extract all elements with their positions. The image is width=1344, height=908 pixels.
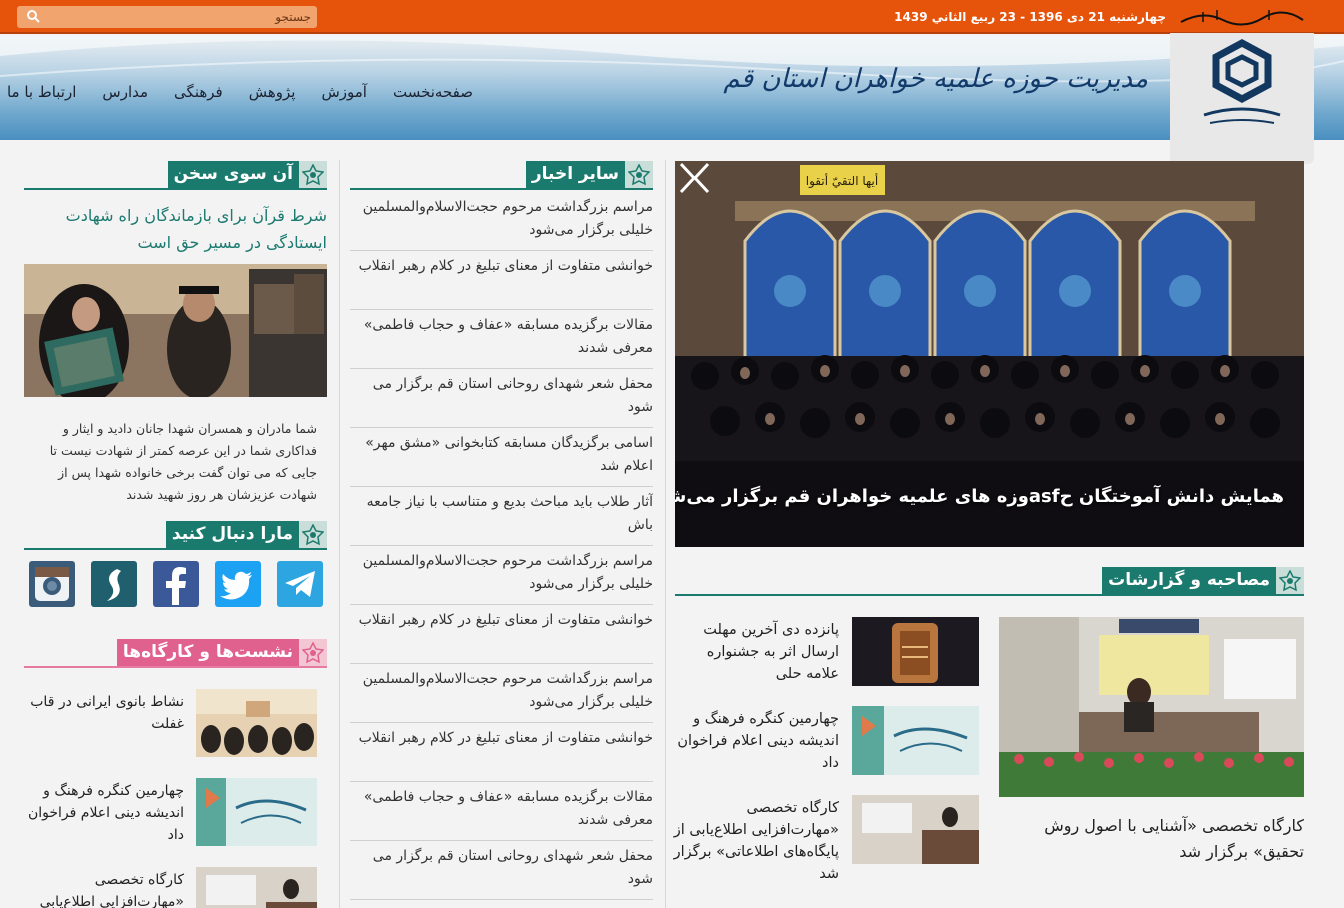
search-box[interactable] <box>17 6 317 28</box>
editorial-heading: آن سوی سخن <box>24 160 327 190</box>
column-divider <box>665 160 666 908</box>
facebook-icon[interactable] <box>153 561 199 607</box>
list-item[interactable]: محفل شعر شهدای روحانی استان قم برگزار می… <box>350 841 653 900</box>
interview-featured-image[interactable] <box>999 617 1304 797</box>
list-item[interactable]: مراسم بزرگداشت مرحوم حجت‌الاسلام‌والمسلم… <box>350 546 653 605</box>
interviews-heading: مصاحبه و گزارشات <box>675 566 1304 596</box>
workshop-caption[interactable]: کارگاه تخصصی «مهارت‌افزایی اطلاع‌یابی <box>24 869 184 908</box>
interview-featured-caption[interactable]: کارگاه تخصصی «آشنایی با اصول روش تحقیق» … <box>999 813 1304 865</box>
star-ornament-icon <box>299 521 327 548</box>
search-input[interactable] <box>61 7 311 27</box>
twitter-icon[interactable] <box>215 561 261 607</box>
date-text: چهارشنبه 21 دی 1396 - 23 ربيع الثاني 143… <box>894 10 1166 24</box>
interviews-title: مصاحبه و گزارشات <box>1102 567 1276 594</box>
list-item[interactable]: پانزده دی آخرین مهلت ارسال اثر به جشنوار… <box>675 617 979 687</box>
list-item[interactable]: چهارمین کنگره فرهنگ و اندیشه دینی اعلام … <box>24 778 317 848</box>
main-nav: صفحه‌نخست آموزش پژوهش فرهنگی مدارس ارتبا… <box>0 83 486 101</box>
follow-us-heading: مارا دنبال کنید <box>24 520 327 550</box>
star-ornament-icon <box>299 161 327 188</box>
telegram-icon[interactable] <box>277 561 323 607</box>
social-links <box>29 561 323 607</box>
nav-education[interactable]: آموزش <box>308 83 380 101</box>
interview-thumbnail[interactable] <box>852 617 979 686</box>
workshop-thumbnail[interactable] <box>196 689 317 757</box>
editorial-image[interactable] <box>24 264 327 397</box>
nav-research[interactable]: پژوهش <box>236 83 309 101</box>
workshops-heading: نشست‌ها و کارگاه‌ها <box>24 638 327 668</box>
list-item[interactable]: کارگاه تخصصی «مهارت‌افزایی اطلاع‌یابی از… <box>674 795 979 882</box>
workshop-caption[interactable]: نشاط بانوی ایرانی در قاب غفلت <box>24 691 184 735</box>
list-item[interactable]: مقالات برگزیده مسابقه «عفاف و حجاب فاطمی… <box>350 782 653 841</box>
workshops-title: نشست‌ها و کارگاه‌ها <box>116 639 299 666</box>
editorial-title: آن سوی سخن <box>167 161 299 188</box>
star-ornament-icon <box>299 639 327 666</box>
list-item[interactable]: آثار طلاب باید مباحث بدیع و متناسب با نی… <box>350 487 653 546</box>
workshop-thumbnail[interactable] <box>196 867 317 908</box>
instagram-icon[interactable] <box>29 561 75 607</box>
star-ornament-icon <box>1276 567 1304 594</box>
list-item[interactable]: نشاط بانوی ایرانی در قاب غفلت <box>24 689 317 759</box>
list-item[interactable]: مراسم بزرگداشت مرحوم حجت‌الاسلام‌والمسلم… <box>350 192 653 251</box>
interview-thumbnail[interactable] <box>852 795 979 864</box>
star-ornament-icon <box>625 161 653 188</box>
list-item[interactable]: چهارمین کنگره فرهنگ و اندیشه دینی اعلام … <box>675 706 979 776</box>
list-item[interactable]: محفل شعر شهدای روحانی استان قم برگزار می… <box>350 369 653 428</box>
basmala-calligraphy <box>1180 10 1304 26</box>
other-news-title: سایر اخبار <box>525 161 625 188</box>
list-item[interactable]: مقالات برگزیده مسابقه «عفاف و حجاب فاطمی… <box>350 310 653 369</box>
interview-caption[interactable]: پانزده دی آخرین مهلت ارسال اثر به جشنوار… <box>671 619 839 685</box>
interview-caption[interactable]: چهارمین کنگره فرهنگ و اندیشه دینی اعلام … <box>671 708 839 774</box>
list-item[interactable]: کارگاه تخصصی «مهارت‌افزایی اطلاع‌یابی <box>24 867 317 908</box>
interview-thumbnail[interactable] <box>852 706 979 775</box>
nav-schools[interactable]: مدارس <box>89 83 161 101</box>
follow-us-title: مارا دنبال کنید <box>165 521 299 548</box>
search-icon[interactable] <box>26 9 40 23</box>
site-title[interactable]: مدیریت حوزه علمیه خواهران استان قم <box>723 64 1148 94</box>
list-item[interactable]: اسامی برگزیدگان مسابقه کتابخوانی «مشق مه… <box>350 428 653 487</box>
site-logo[interactable] <box>1170 33 1314 164</box>
other-news-list: مراسم بزرگداشت مرحوم حجت‌الاسلام‌والمسلم… <box>350 192 653 900</box>
editorial-description: شما مادران و همسران شهدا جانان دادید و ا… <box>49 421 317 502</box>
logo-emblem <box>1203 39 1281 124</box>
list-item[interactable]: خوانشی متفاوت از معنای تبلیغ در کلام رهب… <box>350 251 653 310</box>
nav-contact[interactable]: ارتباط با ما <box>0 83 89 101</box>
nav-culture[interactable]: فرهنگی <box>161 83 236 101</box>
nav-home[interactable]: صفحه‌نخست <box>380 83 486 101</box>
editorial-headline[interactable]: شرط قرآن برای بازماندگان راه شهادت ایستا… <box>24 202 327 256</box>
soroush-icon[interactable] <box>91 561 137 607</box>
news-slider[interactable]: أيها التقيّ أتقوا همایش دانش آموختگان حa… <box>675 161 1304 547</box>
slider-caption[interactable]: همایش دانش آموختگان حasfوزه های علمیه خو… <box>675 486 1284 507</box>
header: مدیریت حوزه علمیه خواهران استان قم صفحه‌… <box>0 36 1344 140</box>
column-divider <box>339 160 340 908</box>
slider-banner-text: أيها التقيّ أتقوا <box>806 173 878 189</box>
workshop-thumbnail[interactable] <box>196 778 317 846</box>
other-news-heading: سایر اخبار <box>350 160 653 190</box>
list-item[interactable]: خوانشی متفاوت از معنای تبلیغ در کلام رهب… <box>350 723 653 782</box>
interview-caption[interactable]: کارگاه تخصصی «مهارت‌افزایی اطلاع‌یابی از… <box>671 797 839 885</box>
slider-next-arrow[interactable] <box>675 161 699 195</box>
top-bar: چهارشنبه 21 دی 1396 - 23 ربيع الثاني 143… <box>0 0 1344 34</box>
workshop-caption[interactable]: چهارمین کنگره فرهنگ و اندیشه دینی اعلام … <box>24 780 184 846</box>
list-item[interactable]: خوانشی متفاوت از معنای تبلیغ در کلام رهب… <box>350 605 653 664</box>
list-item[interactable]: مراسم بزرگداشت مرحوم حجت‌الاسلام‌والمسلم… <box>350 664 653 723</box>
